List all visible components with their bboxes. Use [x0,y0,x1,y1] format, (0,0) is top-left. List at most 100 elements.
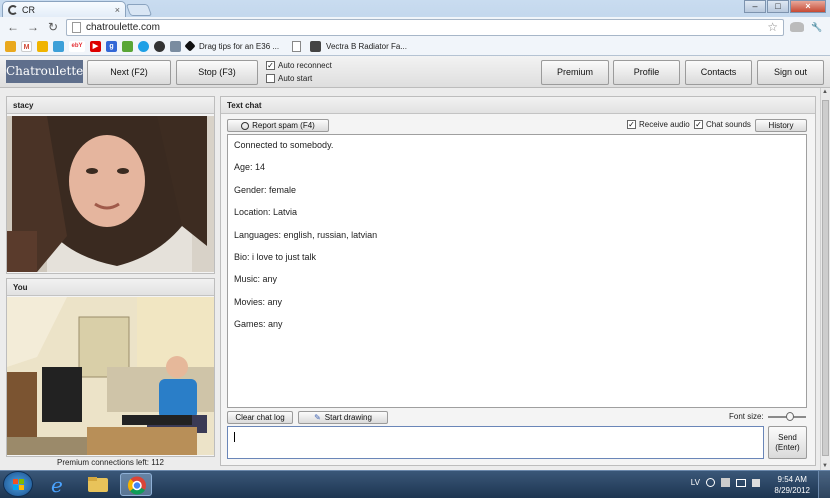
windows-start-button[interactable] [3,471,33,497]
skype-icon[interactable] [138,40,149,52]
flag-icon[interactable] [37,40,48,52]
clear-chat-log-button[interactable]: Clear chat log [227,411,293,424]
tray-volume-icon[interactable] [752,478,760,487]
bookmarks-bar: M ebY ▶ g Drag tips for an E36 ... Vectr… [0,37,830,56]
minimize-button[interactable]: – [744,0,766,13]
new-tab-button[interactable] [125,4,153,16]
evernote-icon[interactable] [122,40,133,52]
page-scrollbar[interactable]: ▲ ▼ [820,88,830,470]
tray-network-icon[interactable] [706,478,715,487]
bookmark-vectra[interactable]: Vectra B Radiator Fa... [326,42,407,51]
clock-date: 8/29/2012 [774,486,810,495]
tray-flag-icon[interactable] [721,478,730,487]
windows-logo-icon [13,479,24,490]
twitter-icon[interactable] [53,40,64,52]
mail-icon[interactable] [170,40,181,52]
url-text[interactable]: chatroulette.com [86,22,762,33]
system-tray: LV [691,478,760,487]
close-window-button[interactable]: × [790,0,826,13]
ninja-icon[interactable] [154,40,165,52]
chat-message: Languages: english, russian, latvian [234,229,378,240]
chat-message: Movies: any [234,296,283,307]
receive-audio-checkbox[interactable]: ✓ [627,120,636,129]
report-spam-button[interactable]: Report spam (F4) [227,119,329,132]
report-spam-label: Report spam (F4) [252,121,315,130]
message-input[interactable] [227,426,764,459]
address-bar[interactable]: chatroulette.com ☆ [66,18,784,36]
language-indicator[interactable]: LV [691,478,700,487]
chat-message: Location: Latvia [234,207,298,218]
receive-audio-option[interactable]: ✓ Receive audio [627,120,690,129]
chat-sounds-option[interactable]: ✓ Chat sounds [694,120,751,129]
incognito-icon [790,22,804,32]
internet-explorer-taskbar-icon[interactable]: e [42,473,74,497]
contacts-button[interactable]: Contacts [685,60,752,85]
font-size-slider-thumb[interactable] [786,412,794,421]
svg-text:e: e [51,473,63,496]
google-icon[interactable]: g [106,40,117,52]
chat-message: Age: 14 [234,162,266,173]
scroll-down-icon[interactable]: ▼ [822,463,828,469]
back-arrow-icon[interactable]: ← [6,20,20,34]
premium-connections-left: Premium connections left: 112 [56,458,164,467]
browser-tab[interactable]: CR × [2,1,126,17]
own-video-feed [7,297,214,455]
browser-toolbar: ← → ↻ chatroulette.com ☆ 🔧 [0,17,830,37]
tray-monitor-icon[interactable] [736,478,746,487]
auto-reconnect-option[interactable]: ✓ Auto reconnect [266,61,332,70]
chat-message: Bio: i love to just talk [234,251,317,262]
chatroulette-logo[interactable]: Chatroulette [6,60,83,83]
gmail-icon[interactable]: M [21,40,32,52]
text-caret [234,432,235,442]
chat-sounds-checkbox[interactable]: ✓ [694,120,703,129]
auto-start-label: Auto start [278,74,313,83]
folder-taskbar-icon[interactable] [82,473,114,496]
page-icon [292,40,302,52]
font-size-label: Font size: [729,412,764,421]
profile-button[interactable]: Profile [613,60,680,85]
sign-out-button[interactable]: Sign out [757,60,824,85]
forward-arrow-icon[interactable]: → [26,20,40,34]
chat-message: Gender: female [234,184,297,195]
chat-log: Connected to somebody. Age: 14 Gender: f… [227,134,807,408]
show-desktop-button[interactable] [818,471,830,498]
chrome-taskbar-icon[interactable] [120,473,152,496]
chat-message: Music: any [234,274,278,285]
send-label: Send [778,432,797,442]
taskbar-clock[interactable]: 9:54 AM 8/29/2012 [774,474,810,496]
page-icon [72,21,81,33]
chat-sounds-label: Chat sounds [706,120,751,129]
chat-message: Games: any [234,319,283,330]
pencil-icon: ✎ [314,413,321,422]
no-entry-icon [241,121,250,130]
premium-button[interactable]: Premium [541,60,609,85]
wrench-icon[interactable]: 🔧 [810,22,824,33]
bookmark-drag-tips[interactable]: Drag tips for an E36 ... [199,42,279,51]
stop-button[interactable]: Stop (F3) [176,60,258,85]
scroll-up-icon[interactable]: ▲ [822,89,828,95]
auto-reconnect-label: Auto reconnect [278,61,332,70]
auto-reconnect-checkbox[interactable]: ✓ [266,61,275,70]
auto-start-checkbox[interactable] [266,74,275,83]
you-label: You [7,279,214,296]
maximize-button[interactable]: □ [767,0,789,13]
bookmark-icon-yellow[interactable] [5,40,16,52]
reload-icon[interactable]: ↻ [46,20,60,34]
bookmark-star-icon[interactable]: ☆ [767,20,778,34]
text-chat-title: Text chat [221,97,815,114]
stranger-name: stacy [7,97,214,114]
ebay-icon[interactable]: ebY [69,40,85,52]
clock-time: 9:54 AM [777,475,807,484]
start-drawing-button[interactable]: ✎ Start drawing [298,411,388,424]
auto-start-option[interactable]: Auto start [266,74,312,83]
scrollbar-thumb[interactable] [822,100,829,456]
youtube-icon[interactable]: ▶ [90,40,101,52]
history-button[interactable]: History [755,119,807,132]
next-button[interactable]: Next (F2) [87,60,171,85]
send-button[interactable]: Send (Enter) [768,426,807,459]
own-video-image [7,297,214,455]
tab-close-icon[interactable]: × [115,5,120,15]
vectra-bookmark-icon [310,40,322,52]
window-controls: – □ × [744,0,826,13]
tab-title: CR [22,4,35,15]
